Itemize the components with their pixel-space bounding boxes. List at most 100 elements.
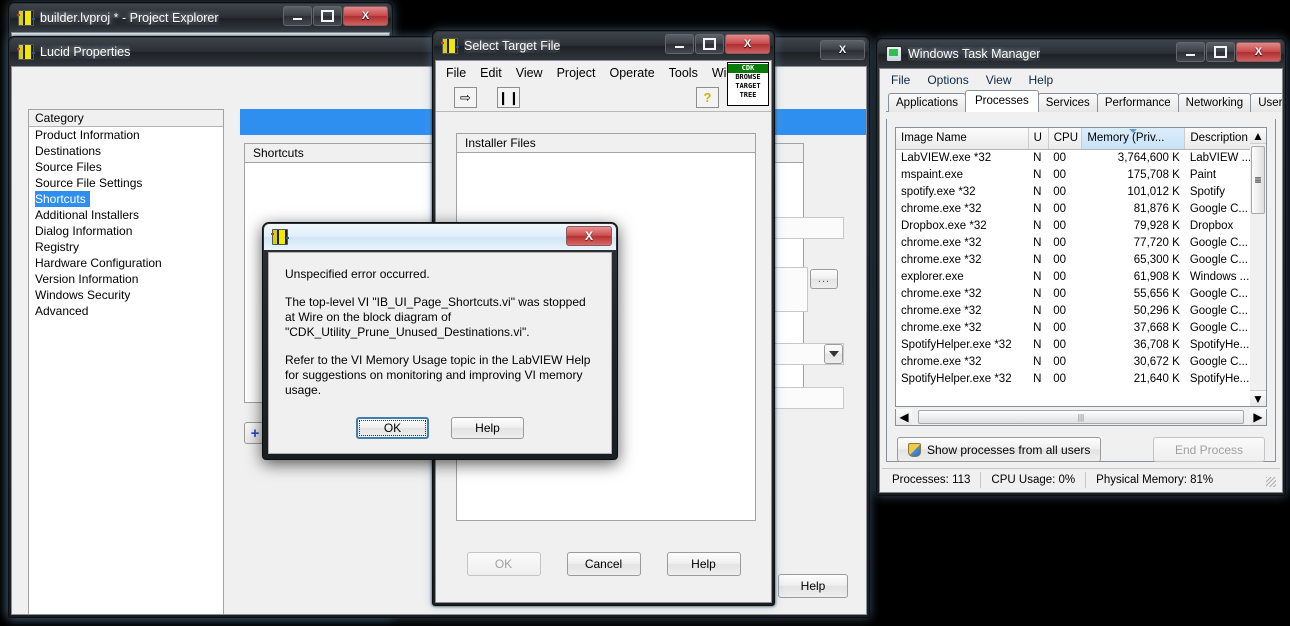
category-item-source-files[interactable]: Source Files [29, 159, 223, 175]
column-header-image-name[interactable]: Image Name [896, 128, 1029, 150]
dropdown-toggle[interactable] [824, 344, 843, 364]
category-listbox[interactable]: Category Product Information Destination… [28, 109, 224, 614]
cell-user: N [1033, 219, 1042, 232]
task-manager-frame: Windows Task Manager X File Options View… [876, 38, 1286, 496]
table-row[interactable]: chrome.exe *32 N 00 65,300 K Google C... [896, 251, 1266, 268]
process-table[interactable]: Image Name U CPU Memory (Priv... Descrip… [896, 128, 1266, 387]
category-item-version-information[interactable]: Version Information [29, 271, 223, 287]
tab-applications[interactable]: Applications [888, 93, 967, 112]
tab-services[interactable]: Services [1037, 93, 1098, 112]
table-row[interactable]: spotify.exe *32 N 00 101,012 K Spotify [896, 183, 1266, 200]
table-row[interactable]: mspaint.exe N 00 175,708 K Paint [896, 166, 1266, 183]
category-item-shortcuts[interactable]: Shortcuts [29, 191, 223, 207]
tab-processes[interactable]: Processes [965, 90, 1039, 112]
table-row[interactable]: chrome.exe *32 N 00 37,668 K Google C... [896, 319, 1266, 336]
scroll-down-icon[interactable]: ▼ [1250, 390, 1266, 406]
window-task-manager[interactable]: Windows Task Manager X File Options View… [876, 38, 1286, 496]
close-icon[interactable]: X [343, 6, 388, 26]
tab-performance[interactable]: Performance [1096, 93, 1179, 112]
show-processes-from-all-users-button[interactable]: Show processes from all users [897, 437, 1102, 462]
table-row[interactable]: chrome.exe *32 N 00 55,656 K Google C... [896, 285, 1266, 302]
close-icon[interactable]: X [725, 34, 770, 54]
select-target-file-menubar[interactable]: File Edit View Project Operate Tools Win [436, 61, 771, 84]
menu-operate[interactable]: Operate [609, 66, 654, 80]
question-mark-icon[interactable]: ? [696, 87, 719, 108]
category-item-additional-installers[interactable]: Additional Installers [29, 207, 223, 223]
menu-help[interactable]: Help [1029, 73, 1054, 87]
close-icon[interactable]: X [820, 40, 865, 60]
process-table-vertical-scrollbar[interactable]: ▲ ≡ ▼ [1250, 127, 1267, 407]
category-item-hardware-configuration[interactable]: Hardware Configuration [29, 255, 223, 271]
close-icon[interactable]: X [1236, 42, 1281, 62]
column-header-cpu[interactable]: CPU [1048, 128, 1083, 150]
cell-user: N [1033, 338, 1042, 351]
menu-edit[interactable]: Edit [480, 66, 502, 80]
horizontal-scroll-track[interactable]: ||| [912, 409, 1250, 425]
table-row[interactable]: chrome.exe *32 N 00 77,720 K Google C... [896, 234, 1266, 251]
process-table-horizontal-scrollbar[interactable]: ◀ ||| ▶ [895, 409, 1267, 426]
resize-grip-icon[interactable] [1266, 477, 1276, 487]
project-explorer-titlebar[interactable]: builder.lvproj * - Project Explorer X [10, 4, 391, 32]
scroll-up-icon[interactable]: ▲ [1250, 128, 1266, 144]
category-item-dialog-information[interactable]: Dialog Information [29, 223, 223, 239]
close-icon[interactable]: X [566, 226, 612, 246]
help-button[interactable]: Help [451, 417, 524, 439]
task-manager-titlebar[interactable]: Windows Task Manager X [878, 40, 1284, 68]
category-item-windows-security[interactable]: Windows Security [29, 287, 223, 303]
cell-memory: 21,640 K [1133, 372, 1180, 385]
category-item-destinations[interactable]: Destinations [29, 143, 223, 159]
tab-networking[interactable]: Networking [1177, 93, 1252, 112]
category-list[interactable]: Product Information Destinations Source … [29, 127, 223, 319]
tab-users[interactable]: Users [1250, 93, 1282, 112]
task-manager-menubar[interactable]: File Options View Help [880, 69, 1282, 90]
table-row[interactable]: chrome.exe *32 N 00 50,296 K Google C... [896, 302, 1266, 319]
cell-memory: 37,668 K [1133, 321, 1180, 334]
table-row[interactable]: SpotifyHelper.exe *32 N 00 21,640 K Spot… [896, 370, 1266, 387]
column-header-user[interactable]: U [1028, 128, 1049, 150]
process-table-body[interactable]: LabVIEW.exe *32 N 00 3,764,600 K LabVIEW… [896, 149, 1266, 387]
error-dialog-titlebar[interactable]: X [264, 224, 616, 250]
ok-button[interactable]: OK [466, 552, 541, 576]
minimize-button[interactable] [665, 34, 694, 54]
vertical-scroll-thumb[interactable]: ≡ [1251, 146, 1265, 214]
table-row[interactable]: Dropbox.exe *32 N 00 79,928 K Dropbox [896, 217, 1266, 234]
menu-project[interactable]: Project [557, 66, 596, 80]
end-process-button[interactable]: End Process [1153, 437, 1265, 462]
menu-file[interactable]: File [446, 66, 466, 80]
menu-file[interactable]: File [891, 73, 910, 87]
dialog-labview-error[interactable]: X Unspecified error occurred. The top-le… [262, 222, 618, 460]
task-manager-tabstrip[interactable]: Applications Processes Services Performa… [880, 90, 1282, 112]
maximize-button[interactable] [313, 6, 342, 26]
minimize-button[interactable] [1176, 42, 1205, 62]
ok-button[interactable]: OK [356, 417, 429, 439]
table-row[interactable]: LabVIEW.exe *32 N 00 3,764,600 K LabVIEW… [896, 149, 1266, 166]
category-item-advanced[interactable]: Advanced [29, 303, 223, 319]
category-item-source-file-settings[interactable]: Source File Settings [29, 175, 223, 191]
menu-view[interactable]: View [986, 73, 1012, 87]
table-row[interactable]: SpotifyHelper.exe *32 N 00 36,708 K Spot… [896, 336, 1266, 353]
menu-view[interactable]: View [516, 66, 543, 80]
help-button[interactable]: Help [666, 552, 741, 576]
pause-icon[interactable]: ❙❙ [497, 87, 520, 108]
horizontal-scroll-thumb[interactable]: ||| [918, 410, 1244, 424]
menu-options[interactable]: Options [927, 73, 968, 87]
scroll-right-icon[interactable]: ▶ [1250, 409, 1266, 425]
scroll-left-icon[interactable]: ◀ [896, 409, 912, 425]
column-header-memory[interactable]: Memory (Priv... [1081, 128, 1186, 150]
cancel-button[interactable]: Cancel [566, 552, 641, 576]
maximize-button[interactable] [695, 34, 724, 54]
table-row[interactable]: chrome.exe *32 N 00 30,672 K Google C... [896, 353, 1266, 370]
table-row[interactable]: chrome.exe *32 N 00 81,876 K Google C... [896, 200, 1266, 217]
browse-button[interactable]: ... [810, 269, 838, 289]
menu-tools[interactable]: Tools [669, 66, 698, 80]
maximize-button[interactable] [1206, 42, 1235, 62]
help-button[interactable]: Help [778, 574, 848, 598]
category-item-registry[interactable]: Registry [29, 239, 223, 255]
run-arrow-icon[interactable]: ⇨ [454, 87, 477, 108]
select-target-file-toolbar[interactable]: ⇨ ❙❙ ? CDK BROWSE TARGET TREE [436, 62, 771, 112]
table-row[interactable]: explorer.exe N 00 61,908 K Windows ... [896, 268, 1266, 285]
minimize-button[interactable] [283, 6, 312, 26]
category-item-product-information[interactable]: Product Information [29, 127, 223, 143]
process-table-wrapper[interactable]: Image Name U CPU Memory (Priv... Descrip… [895, 127, 1267, 407]
select-target-file-titlebar[interactable]: Select Target File X [434, 32, 773, 60]
